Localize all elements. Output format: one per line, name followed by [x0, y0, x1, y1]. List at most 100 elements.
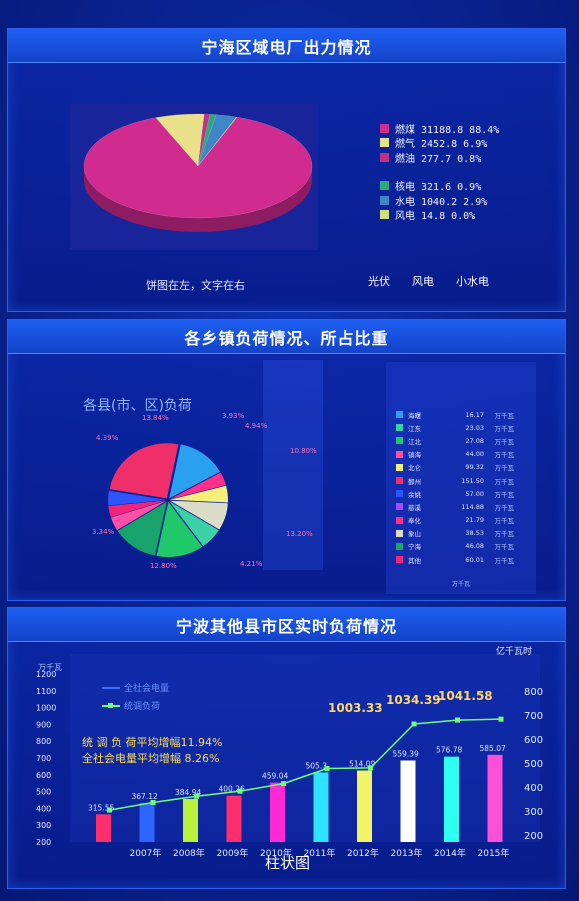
- county-table-row: 宁海 46.08 万千瓦: [396, 540, 528, 553]
- tab-wind[interactable]: 风电: [412, 273, 434, 289]
- county-unit: 万千瓦: [494, 477, 515, 486]
- county-color-dot: [396, 516, 403, 524]
- legend-item: 燃煤 31188.8 88.4%: [380, 121, 499, 136]
- table-footer-unit: 万千瓦: [452, 581, 471, 588]
- right-axis-tick: 300: [524, 807, 543, 818]
- left-axis-tick: 1200: [36, 670, 56, 679]
- county-color-dot: [396, 503, 403, 511]
- county-value: 99.32: [465, 463, 484, 472]
- left-axis-tick: 300: [36, 821, 51, 830]
- county-unit: 万千瓦: [494, 530, 515, 539]
- county-name: 海曙: [408, 411, 421, 420]
- county-unit: 万千瓦: [494, 437, 515, 446]
- county-name: 余姚: [408, 490, 421, 499]
- county-unit: 万千瓦: [494, 517, 515, 526]
- legend-text: 燃油 277.7 0.8%: [395, 153, 482, 165]
- county-color-dot: [396, 424, 403, 432]
- load-marker: [324, 766, 330, 771]
- bar: [444, 756, 459, 842]
- bar-chart-caption: 柱状图: [264, 854, 310, 872]
- panel-title-realtime-load: 宁波其他县市区实时负荷情况: [8, 608, 565, 642]
- county-unit: 万千瓦: [494, 411, 515, 420]
- county-unit: 万千瓦: [494, 490, 515, 499]
- county-name: 镇海: [408, 451, 421, 460]
- county-unit: 万千瓦: [494, 503, 515, 512]
- county-value: 114.88: [461, 502, 484, 511]
- county-pie-label: 3.93%: [222, 412, 245, 420]
- left-axis-tick: 500: [36, 788, 51, 797]
- county-name: 慈溪: [408, 503, 421, 512]
- bar: [400, 760, 416, 842]
- legend-item: 燃气 2452.8 6.9%: [380, 136, 499, 150]
- load-marker: [455, 717, 460, 723]
- county-load-table: 海曙 16.17 万千瓦 江东 23.03 万千瓦 江北 27.08 万千瓦 镇海 44.00 万千瓦…: [386, 362, 536, 594]
- county-table-row: 镇海 44.00 万千瓦: [396, 448, 528, 461]
- legend-text: 水电 1040.2 2.9%: [395, 196, 488, 208]
- legend-text: 风电 14.8 0.0%: [395, 211, 476, 223]
- county-value: 38.53: [465, 529, 484, 538]
- county-unit: 万千瓦: [494, 424, 515, 433]
- load-marker: [237, 788, 243, 794]
- county-table-row: 奉化 21.79 万千瓦: [396, 514, 528, 527]
- right-axis-tick: 700: [524, 711, 543, 722]
- bar: [183, 799, 198, 842]
- legend-item: 风电 14.8 0.0%: [380, 208, 499, 223]
- legend-swatch: [380, 152, 389, 162]
- county-table-row: 鄞州 151.50 万千瓦: [396, 474, 528, 487]
- county-pie-label: 10.80%: [290, 447, 317, 455]
- load-marker: [411, 721, 417, 727]
- county-value: 23.03: [465, 423, 484, 432]
- tab-solar[interactable]: 光伏: [368, 273, 390, 289]
- county-pie-label: 4.94%: [245, 422, 268, 430]
- dashboard: 宁海区域电厂出力情况 燃煤 31188.8 88.4% 燃气 2452.8 6.9…: [0, 0, 579, 901]
- energy-type-tabs: 光伏 风电 小水电: [368, 273, 489, 289]
- legend-item: 燃油 277.7 0.8%: [380, 150, 499, 165]
- load-marker: [281, 781, 286, 787]
- plant-output-panel: 宁海区域电厂出力情况 燃煤 31188.8 88.4% 燃气 2452.8 6.9…: [7, 28, 566, 312]
- county-pie-slice: [109, 443, 179, 499]
- county-value: 151.50: [461, 476, 484, 485]
- county-pie-label: 3.34%: [92, 528, 115, 536]
- county-name: 鄞州: [408, 477, 421, 486]
- bar: [226, 795, 242, 842]
- county-color-dot: [396, 463, 403, 471]
- county-color-dot: [396, 437, 403, 445]
- power-growth-note: 全社会电量平均增幅 8.26%: [82, 752, 220, 765]
- legend-load-marker: [108, 703, 113, 708]
- county-unit: 万千瓦: [494, 464, 515, 473]
- county-realtime-load-panel: 宁波其他县市区实时负荷情况 万千瓦 亿千瓦时 1200 1100 1000 900 800 7…: [7, 607, 566, 889]
- county-name: 宁海: [408, 543, 421, 552]
- county-unit: 万千瓦: [494, 543, 515, 552]
- left-axis-tick: 200: [36, 838, 51, 847]
- load-highlight-label: 1041.58: [438, 689, 493, 703]
- county-table-row: 江东 23.03 万千瓦: [396, 421, 528, 434]
- load-marker: [107, 807, 112, 813]
- pie-caption: 饼图在左，文字在右: [146, 279, 245, 292]
- county-value: 21.79: [465, 516, 484, 525]
- county-color-dot: [396, 556, 403, 564]
- right-axis-tick: 800: [524, 687, 543, 698]
- right-axis-tick: 500: [524, 759, 543, 770]
- county-table-row: 余姚 57.00 万千瓦: [396, 487, 528, 500]
- left-axis-tick: 700: [36, 754, 51, 763]
- legend-swatch: [380, 210, 389, 220]
- county-name: 象山: [408, 530, 421, 539]
- bar: [139, 802, 155, 842]
- right-axis-tick: 600: [524, 735, 543, 746]
- county-table-row: 象山 38.53 万千瓦: [396, 527, 528, 540]
- left-axis-tick: 400: [36, 804, 51, 813]
- county-table-row: 江北 27.08 万千瓦: [396, 434, 528, 447]
- county-pie-label: 4.21%: [240, 560, 263, 568]
- county-color-dot: [396, 477, 403, 485]
- county-table-row: 海曙 16.17 万千瓦: [396, 408, 528, 421]
- legend-swatch: [380, 123, 389, 133]
- county-unit: 万千瓦: [494, 556, 515, 565]
- tab-small-hydro[interactable]: 小水电: [456, 273, 489, 289]
- county-pie-label: 4.39%: [96, 434, 119, 442]
- legend-text: 核电 321.6 0.9%: [395, 182, 482, 194]
- county-color-dot: [396, 450, 403, 458]
- county-table-row: 慈溪 114.88 万千瓦: [396, 500, 528, 513]
- county-name: 奉化: [408, 517, 421, 526]
- load-marker: [194, 793, 199, 799]
- bar: [313, 772, 329, 842]
